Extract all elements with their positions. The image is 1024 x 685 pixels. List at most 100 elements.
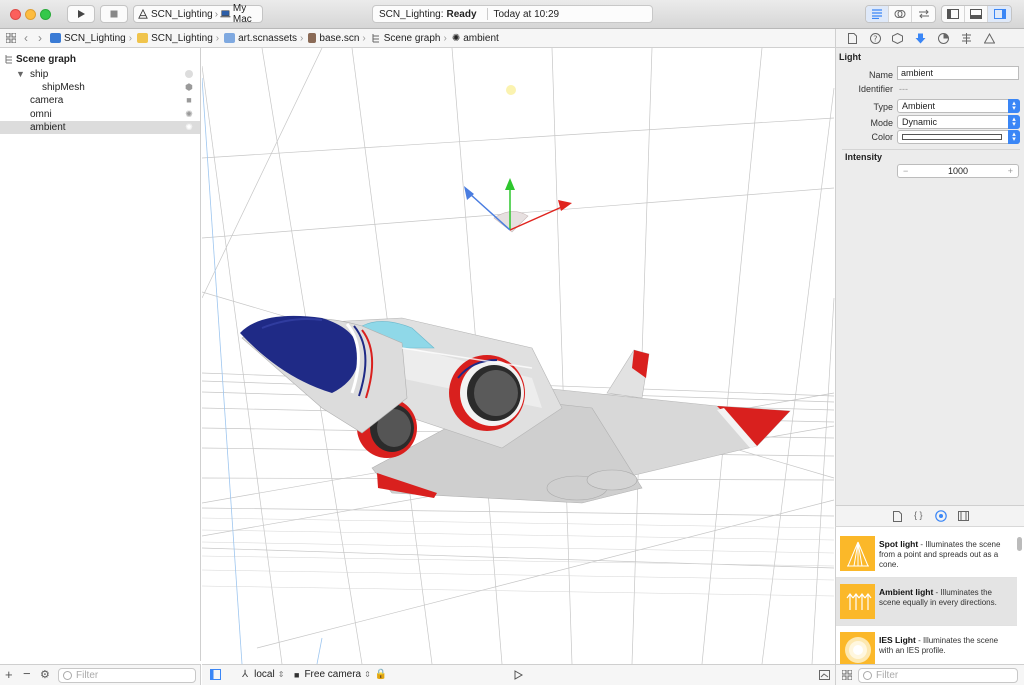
scene-node-ship[interactable]: ▼ ship <box>0 68 200 81</box>
close-window-button[interactable] <box>10 9 21 20</box>
file-inspector-icon[interactable] <box>846 32 858 44</box>
intensity-stepper[interactable]: − 1000 + <box>897 164 1019 178</box>
light-mode-value: Dynamic <box>902 117 938 127</box>
remove-node-button[interactable]: − <box>23 666 31 681</box>
color-swatch <box>902 134 1002 140</box>
color-label: Color <box>871 132 893 142</box>
scene-graph-header: Scene graph <box>0 52 76 66</box>
node-label: ship <box>30 69 49 80</box>
breadcrumb-node[interactable]: ✺ ambient <box>452 33 499 44</box>
type-label: Type <box>873 102 893 112</box>
forward-arrow-icon[interactable]: › <box>38 31 42 45</box>
grid-view-icon[interactable] <box>842 670 852 680</box>
breadcrumb-scene-graph[interactable]: Scene graph › <box>371 33 450 44</box>
transform-space-selector[interactable]: ⅄ local ⇕ <box>242 669 284 680</box>
breadcrumb-label: ambient <box>463 32 499 44</box>
zoom-window-button[interactable] <box>40 9 51 20</box>
identifier-value: --- <box>899 84 908 94</box>
file-template-library-icon[interactable] <box>893 511 902 525</box>
library-filter-field[interactable]: Filter <box>858 668 1018 683</box>
library-item-ambient-light[interactable]: Ambient light - Illuminates the scene eq… <box>836 578 1017 626</box>
scene-node-omni[interactable]: omni ✺ <box>0 108 200 121</box>
standard-editor-button[interactable] <box>866 6 889 22</box>
minimize-window-button[interactable] <box>25 9 36 20</box>
back-arrow-icon[interactable]: ‹ <box>24 31 28 45</box>
activity-view: SCN_Lighting: Ready Today at 10:29 <box>372 5 653 23</box>
disclosure-triangle-icon[interactable]: ▼ <box>16 69 25 79</box>
breadcrumb-label: Scene graph <box>383 32 441 44</box>
physics-inspector-icon[interactable] <box>960 32 972 44</box>
navigator-filter-field[interactable]: Filter <box>58 668 196 683</box>
breadcrumb-project[interactable]: SCN_Lighting › <box>50 33 135 44</box>
chevron-right-icon: › <box>443 32 447 44</box>
material-inspector-icon[interactable] <box>937 32 949 44</box>
transform-space-label: local <box>254 669 275 680</box>
breadcrumb-label: base.scn <box>319 32 360 44</box>
identifier-label: Identifier <box>858 84 893 94</box>
play-scene-icon[interactable] <box>513 670 523 680</box>
light-mode-popup[interactable]: Dynamic ▴ ▾ <box>897 115 1020 129</box>
run-button[interactable] <box>67 5 95 23</box>
scene-canvas[interactable] <box>202 48 835 664</box>
assistant-editor-button[interactable] <box>889 6 912 22</box>
library-item-title: Spot light <box>879 539 919 549</box>
help-inspector-icon[interactable]: ? <box>869 32 881 44</box>
scheme-selector[interactable]: SCN_Lighting › My Mac <box>133 3 263 25</box>
version-editor-button[interactable] <box>912 6 935 22</box>
light-color-well[interactable]: ▴ ▾ <box>897 130 1020 144</box>
toggle-navigator-button[interactable] <box>942 6 965 22</box>
intensity-section-title: Intensity <box>845 152 883 162</box>
stop-icon <box>110 10 118 18</box>
axis-line <box>316 637 323 664</box>
light-type-popup[interactable]: Ambient ▴ ▾ <box>897 99 1020 113</box>
scene-graph-navigator: Scene graph ▼ ship shipMesh ⬢ camera ■ o… <box>0 48 201 661</box>
scene-inspector-icon[interactable] <box>983 32 995 44</box>
node-icon <box>184 69 194 79</box>
scene-node-camera[interactable]: camera ■ <box>0 94 200 107</box>
related-items-icon[interactable] <box>6 33 16 43</box>
object-library-icon[interactable] <box>935 510 947 525</box>
scene-node-ambient[interactable]: ambient ✺ <box>0 121 200 134</box>
ship-model <box>240 315 791 504</box>
library-tabs: { } <box>835 505 1024 527</box>
up-down-chevron-icon: ⇕ <box>364 670 371 679</box>
activity-project: SCN_Lighting: <box>379 8 444 20</box>
folder-icon <box>137 33 149 43</box>
gear-icon[interactable]: ⚙ <box>40 668 50 681</box>
panel-toggle-control[interactable] <box>941 5 1012 23</box>
library-item-spot-light[interactable]: Spot light - Illuminates the scene from … <box>836 530 1017 578</box>
library-item-ies-light[interactable]: IES Light - Illuminates the scene with a… <box>836 626 1017 664</box>
toggle-utilities-button[interactable] <box>988 6 1011 22</box>
intensity-value: 1000 <box>947 166 969 176</box>
ambient-light-icon <box>840 584 875 619</box>
toggle-debug-area-button[interactable] <box>965 6 988 22</box>
node-inspector-icon[interactable] <box>891 32 903 44</box>
media-library-icon[interactable] <box>958 511 969 524</box>
breadcrumb-scene-file[interactable]: base.scn › <box>308 33 368 44</box>
scene-node-shipmesh[interactable]: shipMesh ⬢ <box>0 81 200 94</box>
filter-placeholder: Filter <box>76 670 99 681</box>
floor-grid-dense <box>202 517 835 597</box>
increment-icon[interactable]: + <box>1008 166 1013 176</box>
mode-label: Mode <box>870 118 893 128</box>
attributes-inspector-icon[interactable] <box>914 32 926 44</box>
decrement-icon[interactable]: − <box>903 166 908 176</box>
lock-icon[interactable]: 🔒 <box>375 669 387 680</box>
toggle-library-icon[interactable] <box>819 670 830 680</box>
scene-file-icon <box>308 33 317 43</box>
add-node-button[interactable]: + <box>5 667 13 682</box>
library-footer: Filter <box>835 664 1024 685</box>
attributes-inspector: ? Light Name ambient Identifier --- Type <box>835 29 1024 505</box>
point-of-view-selector[interactable]: ■ Free camera ⇕ 🔒 <box>294 669 387 680</box>
stop-button[interactable] <box>100 5 128 23</box>
breadcrumb-group[interactable]: SCN_Lighting › <box>137 33 222 44</box>
code-snippet-library-icon[interactable]: { } <box>914 510 923 520</box>
scene-viewport[interactable] <box>202 48 835 664</box>
breadcrumb-assets[interactable]: art.scnassets › <box>224 33 306 44</box>
name-field[interactable]: ambient <box>897 66 1019 80</box>
chevron-right-icon: › <box>215 32 220 44</box>
debug-panel-icon <box>970 9 982 19</box>
toggle-outline-icon[interactable] <box>210 669 221 680</box>
library-scrollbar[interactable] <box>1017 537 1022 551</box>
editor-mode-control[interactable] <box>865 5 936 23</box>
